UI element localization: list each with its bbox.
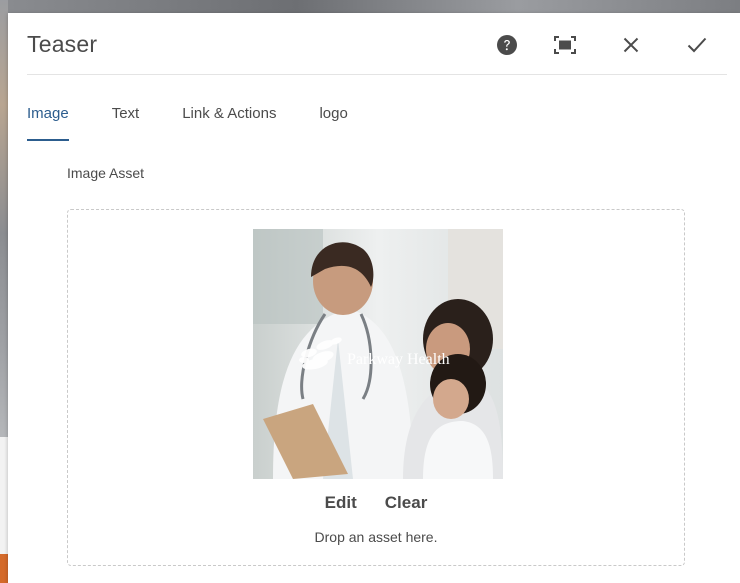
teaser-dialog: Teaser Image Text Link & Actions logo Im… [8, 13, 740, 583]
dialog-header: Teaser [27, 13, 727, 75]
fullscreen-button[interactable] [551, 31, 579, 59]
checkmark-icon [687, 37, 707, 53]
help-button[interactable] [493, 31, 521, 59]
asset-actions: Edit Clear [68, 493, 684, 513]
done-button[interactable] [683, 31, 711, 59]
close-icon [623, 37, 639, 53]
asset-dropzone[interactable]: Parkway Health Edit Clear Drop an asset … [67, 209, 685, 566]
tab-link-actions[interactable]: Link & Actions [182, 105, 276, 141]
help-circle-icon [497, 35, 517, 55]
clear-button[interactable]: Clear [385, 493, 428, 513]
edit-button[interactable]: Edit [325, 493, 357, 513]
backdrop-left-strip [0, 0, 8, 583]
image-asset-label: Image Asset [67, 165, 145, 181]
fullscreen-icon [554, 36, 576, 54]
drop-hint-text: Drop an asset here. [314, 529, 438, 545]
tab-image[interactable]: Image [27, 105, 69, 141]
dialog-title: Teaser [27, 31, 98, 57]
tab-text[interactable]: Text [112, 105, 140, 141]
close-button[interactable] [617, 31, 645, 59]
tab-logo[interactable]: logo [319, 105, 347, 141]
dialog-tabs: Image Text Link & Actions logo [27, 105, 391, 141]
thumbnail-watermark-text: Parkway Health [347, 351, 450, 368]
thumbnail-image: Parkway Health [253, 229, 503, 479]
asset-thumbnail[interactable]: Parkway Health [253, 229, 503, 479]
